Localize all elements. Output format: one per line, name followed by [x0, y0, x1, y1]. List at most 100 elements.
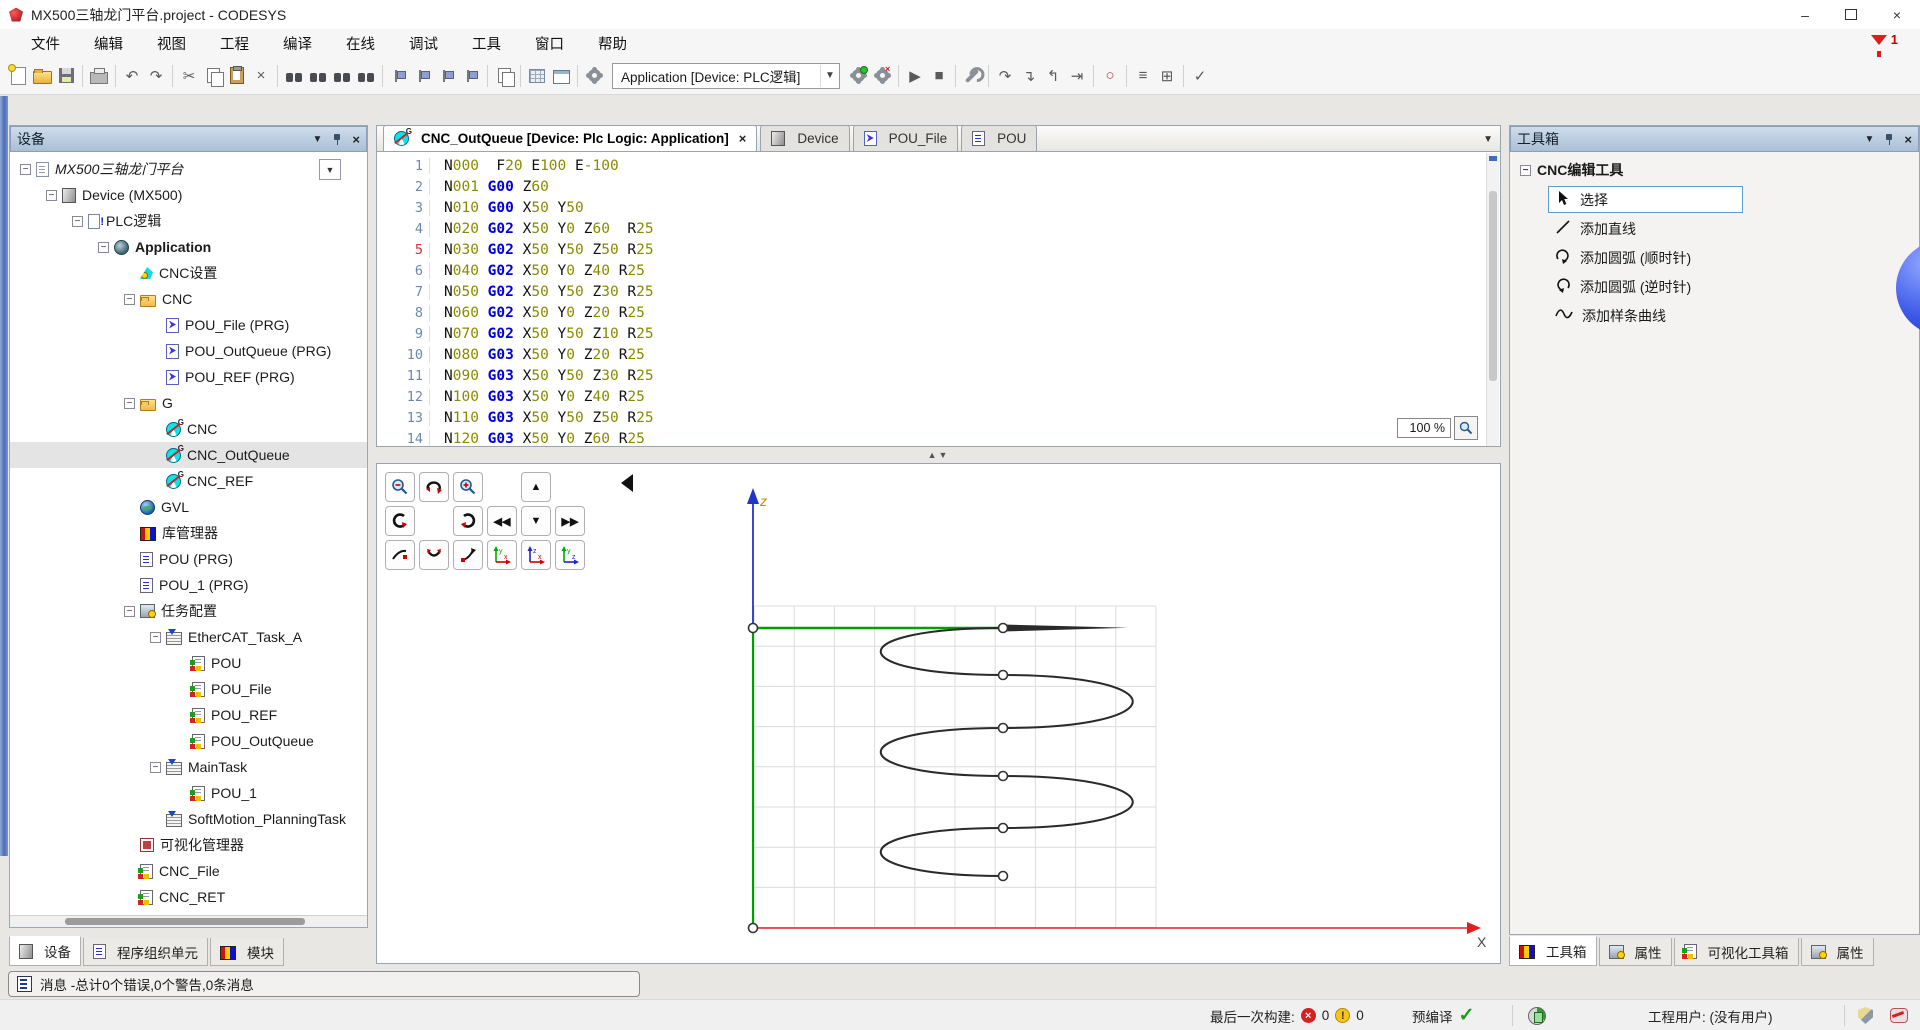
- gcode-editor[interactable]: 1N000 F20 E100 E-1002N001 G00 Z603N010 G…: [376, 152, 1501, 447]
- toolbox-item-添加样条曲线[interactable]: 添加样条曲线: [1548, 302, 1743, 329]
- expander-icon[interactable]: −: [72, 216, 83, 227]
- tree-item-POU_1[interactable]: POU_1: [10, 780, 367, 806]
- gcode-line[interactable]: 1N000 F20 E100 E-100: [377, 155, 1500, 176]
- declarations-grid-button[interactable]: [525, 64, 549, 88]
- expander-icon[interactable]: −: [124, 294, 135, 305]
- rotate-right-button[interactable]: [453, 506, 483, 536]
- expander-icon[interactable]: −: [98, 242, 109, 253]
- run-to-cursor-button[interactable]: ⇥: [1065, 64, 1089, 88]
- move-top-button[interactable]: ▲: [521, 472, 551, 502]
- view-zx-button[interactable]: zx: [521, 540, 551, 570]
- editor-tab-Device[interactable]: Device: [760, 125, 849, 151]
- copy-format-button[interactable]: [492, 64, 516, 88]
- tree-item-库管理器[interactable]: 库管理器: [10, 520, 367, 546]
- undo-button[interactable]: ↶: [120, 64, 144, 88]
- gcode-line[interactable]: 11N090 G03 X50 Y50 Z30 R25: [377, 365, 1500, 386]
- panel-close-icon[interactable]: ×: [1904, 132, 1912, 147]
- tree-item-G[interactable]: −G: [10, 390, 367, 416]
- paste-button[interactable]: [225, 64, 249, 88]
- tree-item-POU_File[interactable]: POU_File: [10, 676, 367, 702]
- tree-item-CNC设置[interactable]: CNC设置: [10, 260, 367, 286]
- step-into-button[interactable]: ↴: [1017, 64, 1041, 88]
- tree-horizontal-scrollbar[interactable]: [10, 915, 367, 927]
- tree-item-POU_1 (PRG)[interactable]: POU_1 (PRG): [10, 572, 367, 598]
- flow-control-button[interactable]: ≡: [1131, 64, 1155, 88]
- toolbox-item-选择[interactable]: 选择: [1548, 186, 1743, 213]
- expander-icon[interactable]: −: [150, 632, 161, 643]
- tree-item-GVL[interactable]: GVL: [10, 494, 367, 520]
- gcode-line[interactable]: 2N001 G00 Z60: [377, 176, 1500, 197]
- arc-both-button[interactable]: [419, 540, 449, 570]
- gcode-line[interactable]: 12N100 G03 X50 Y0 Z40 R25: [377, 386, 1500, 407]
- gcode-line[interactable]: 13N110 G03 X50 Y50 Z50 R25: [377, 407, 1500, 428]
- gcode-line[interactable]: 8N060 G02 X50 Y0 Z20 R25: [377, 302, 1500, 323]
- logout-button[interactable]: ×: [870, 64, 894, 88]
- cnc-graphic-view[interactable]: z X ▲◀◀▼▶▶yxzxyz: [376, 463, 1501, 964]
- tree-item-CNC[interactable]: −CNC: [10, 286, 367, 312]
- expander-icon[interactable]: −: [150, 762, 161, 773]
- tree-item-POU_OutQueue (PRG)[interactable]: POU_OutQueue (PRG): [10, 338, 367, 364]
- tree-item-POU[interactable]: POU: [10, 650, 367, 676]
- tree-filter-dropdown[interactable]: ▼: [319, 159, 341, 180]
- move-bottom-button[interactable]: ▼: [521, 506, 551, 536]
- panel-menu-icon[interactable]: ▼: [313, 134, 323, 145]
- gcode-line[interactable]: 4N020 G02 X50 Y0 Z60 R25: [377, 218, 1500, 239]
- tree-item-POU (PRG)[interactable]: POU (PRG): [10, 546, 367, 572]
- replace-button[interactable]: [330, 64, 354, 88]
- toolbox-tab-属性[interactable]: 属性: [1801, 938, 1874, 966]
- menu-调试[interactable]: 调试: [392, 29, 455, 58]
- expander-icon[interactable]: −: [124, 606, 135, 617]
- new-window-button[interactable]: [549, 64, 573, 88]
- breakpoint-button[interactable]: ○: [1098, 64, 1122, 88]
- tree-item-POU_File (PRG)[interactable]: POU_File (PRG): [10, 312, 367, 338]
- cut-button[interactable]: ✂: [177, 64, 201, 88]
- search-objects-button[interactable]: [306, 64, 330, 88]
- expander-icon[interactable]: −: [124, 398, 135, 409]
- gcode-line[interactable]: 5N030 G02 X50 Y50 Z50 R25: [377, 239, 1500, 260]
- editor-zoom-level[interactable]: 100 %: [1397, 418, 1451, 438]
- check-button[interactable]: ✓: [1188, 64, 1212, 88]
- expander-icon[interactable]: −: [46, 190, 57, 201]
- redo-button[interactable]: ↷: [144, 64, 168, 88]
- scrollbar-thumb[interactable]: [1489, 191, 1497, 381]
- watch-button[interactable]: ⊞: [1155, 64, 1179, 88]
- toolbox-group-header[interactable]: − CNC编辑工具: [1510, 152, 1919, 184]
- replace-objects-button[interactable]: [354, 64, 378, 88]
- run-button[interactable]: ▶: [903, 64, 927, 88]
- pin-icon[interactable]: [1884, 133, 1894, 145]
- tree-item-POU_REF[interactable]: POU_REF: [10, 702, 367, 728]
- menu-文件[interactable]: 文件: [14, 29, 77, 58]
- devices-tab-设备[interactable]: 设备: [9, 936, 81, 966]
- devices-tab-程序组织单元[interactable]: 程序组织单元: [83, 938, 208, 966]
- zoom-menu-button[interactable]: [1454, 416, 1478, 440]
- editor-splitter[interactable]: ▲▼: [376, 447, 1501, 463]
- toolbox-item-添加圆弧 (逆时针)[interactable]: 添加圆弧 (逆时针): [1548, 273, 1743, 300]
- step-out-button[interactable]: ↰: [1041, 64, 1065, 88]
- menu-帮助[interactable]: 帮助: [581, 29, 644, 58]
- stop-button[interactable]: ■: [927, 64, 951, 88]
- bookmark-toggle-button[interactable]: [387, 64, 411, 88]
- tree-item-CNC_REF[interactable]: CNC_REF: [10, 468, 367, 494]
- tree-item-POU_REF (PRG)[interactable]: POU_REF (PRG): [10, 364, 367, 390]
- toolbox-item-添加直线[interactable]: 添加直线: [1548, 215, 1743, 242]
- devices-tab-模块[interactable]: 模块: [210, 938, 284, 966]
- zoom-in-button[interactable]: [453, 472, 483, 502]
- tree-item-任务配置[interactable]: −任务配置: [10, 598, 367, 624]
- tree-item-CNC_RET[interactable]: CNC_RET: [10, 884, 367, 910]
- panel-menu-icon[interactable]: ▼: [1865, 134, 1875, 145]
- rotate-free-button[interactable]: [419, 472, 449, 502]
- view-yz-button[interactable]: yz: [555, 540, 585, 570]
- editor-vertical-scrollbar[interactable]: [1486, 153, 1499, 446]
- zoom-out-button[interactable]: [385, 472, 415, 502]
- menu-工程[interactable]: 工程: [203, 29, 266, 58]
- tree-item-CNC_OutQueue[interactable]: CNC_OutQueue: [10, 442, 367, 468]
- toolbar-collapse-icon[interactable]: [621, 474, 633, 492]
- scrollbar-thumb[interactable]: [65, 918, 305, 925]
- open-project-button[interactable]: [30, 64, 54, 88]
- toolbox-tab-可视化工具箱[interactable]: 可视化工具箱: [1674, 938, 1799, 966]
- panel-close-icon[interactable]: ×: [352, 132, 360, 147]
- toolbox-item-添加圆弧 (顺时针)[interactable]: 添加圆弧 (顺时针): [1548, 244, 1743, 271]
- toolbox-tab-属性[interactable]: 属性: [1599, 938, 1672, 966]
- active-application-combo[interactable]: Application [Device: PLC逻辑] ▼: [612, 63, 840, 89]
- tree-item-MX500三轴龙门平台[interactable]: −MX500三轴龙门平台▼: [10, 156, 367, 182]
